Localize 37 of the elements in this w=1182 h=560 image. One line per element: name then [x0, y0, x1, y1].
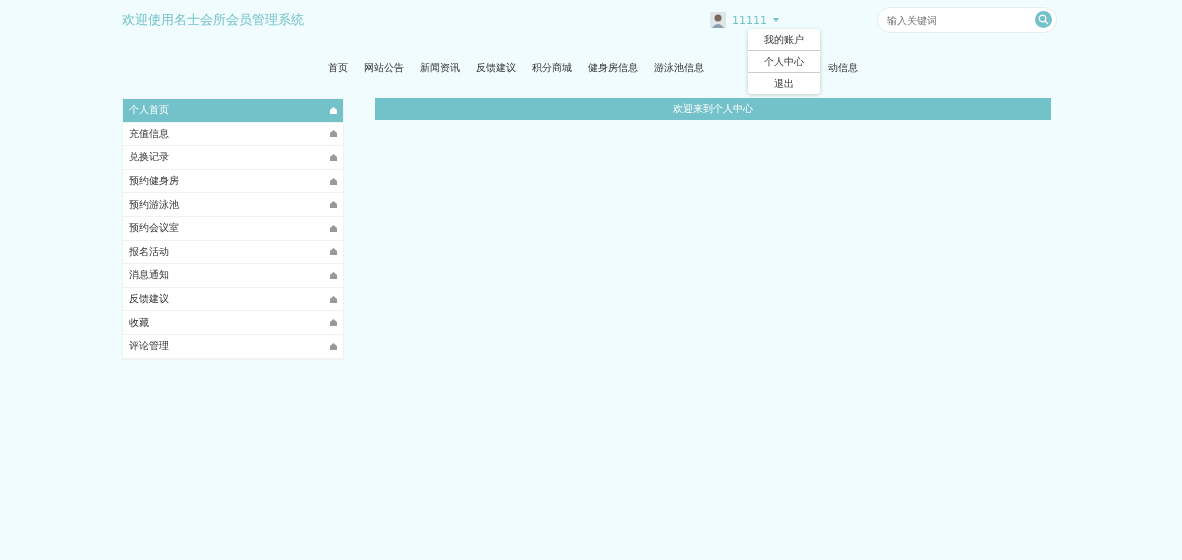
- dropdown-item[interactable]: 个人中心: [748, 51, 820, 73]
- nav-link[interactable]: 首页: [328, 61, 348, 75]
- home-icon: [330, 271, 337, 279]
- site-title: 欢迎使用名士会所会员管理系统: [122, 11, 305, 29]
- nav-link[interactable]: 积分商城: [532, 61, 572, 75]
- home-icon: [330, 130, 337, 138]
- dropdown-item[interactable]: 我的账户: [748, 29, 820, 51]
- nav-link[interactable]: 新闻资讯: [420, 61, 460, 75]
- nav-link[interactable]: 健身房信息: [588, 61, 638, 75]
- sidebar-item[interactable]: 报名活动: [123, 240, 343, 265]
- sidebar-item[interactable]: 收藏: [123, 311, 343, 335]
- nav-link[interactable]: 网站公告: [364, 61, 404, 75]
- panel-header: 欢迎来到个人中心: [375, 98, 1051, 120]
- caret-icon[interactable]: [773, 18, 779, 22]
- home-icon: [330, 319, 337, 327]
- avatar-icon[interactable]: [710, 12, 726, 28]
- nav-link[interactable]: 游泳池信息: [654, 61, 704, 75]
- home-icon: [330, 342, 337, 350]
- home-icon: [330, 224, 337, 232]
- sidebar-item[interactable]: 评论管理: [123, 334, 343, 359]
- sidebar-item[interactable]: 消息通知: [123, 264, 343, 288]
- nav-link[interactable]: 反馈建议: [476, 61, 516, 75]
- sidebar-item[interactable]: 预约会议室: [123, 216, 343, 241]
- home-icon: [330, 295, 337, 303]
- sidebar-item[interactable]: 预约游泳池: [123, 193, 343, 217]
- dropdown-item[interactable]: 退出: [748, 73, 820, 94]
- nav-link[interactable]: 动信息: [828, 61, 858, 75]
- sidebar-item[interactable]: 反馈建议: [123, 287, 343, 312]
- search-field[interactable]: 输入关键词: [877, 7, 1057, 33]
- home-icon: [330, 201, 337, 209]
- home-icon: [330, 177, 337, 185]
- sidebar-item[interactable]: 兑换记录: [123, 146, 343, 170]
- home-icon: [330, 106, 337, 114]
- home-icon: [330, 154, 337, 161]
- sidebar-item[interactable]: 充值信息: [123, 122, 343, 147]
- home-icon: [330, 248, 337, 256]
- sidebar-item[interactable]: 预约健身房: [123, 169, 343, 194]
